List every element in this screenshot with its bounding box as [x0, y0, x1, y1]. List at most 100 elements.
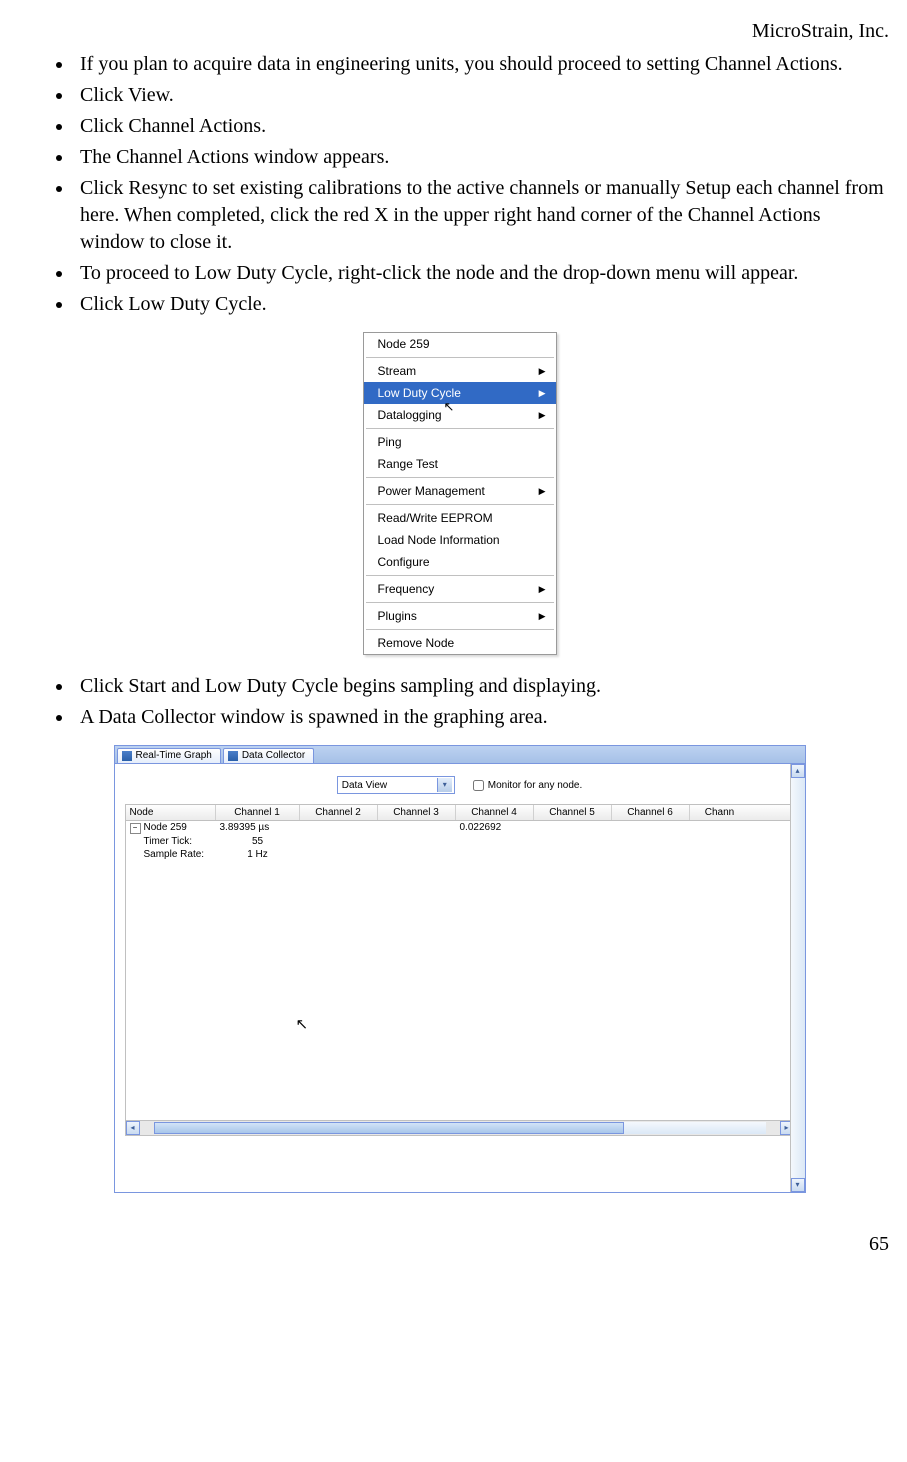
table-header-row: Node Channel 1 Channel 2 Channel 3 Chann… — [126, 805, 794, 821]
submenu-arrow-icon: ▶ — [539, 611, 546, 622]
scroll-track[interactable] — [791, 778, 805, 1178]
vertical-scrollbar[interactable]: ▴ ▾ — [790, 764, 805, 1192]
tab-data-collector[interactable]: Data Collector — [223, 748, 314, 763]
list-item: A Data Collector window is spawned in th… — [74, 704, 889, 731]
menu-separator — [366, 428, 554, 429]
cell-ch4: 0.022692 — [456, 821, 534, 835]
menu-item-low-duty-cycle[interactable]: Low Duty Cycle ▶ — [364, 382, 556, 404]
view-toolbar: Data View ▾ Monitor for any node. — [125, 776, 795, 794]
menu-label: Stream — [378, 364, 417, 378]
scroll-left-button[interactable]: ◂ — [126, 1121, 140, 1135]
page-number: 65 — [30, 1233, 889, 1256]
menu-label: Read/Write EEPROM — [378, 511, 493, 525]
scroll-thumb[interactable] — [154, 1122, 624, 1134]
menu-separator — [366, 575, 554, 576]
horizontal-scrollbar[interactable]: ◂ ▸ — [126, 1120, 794, 1135]
view-select[interactable]: Data View ▾ — [337, 776, 455, 794]
table-row[interactable]: Timer Tick: 55 — [126, 835, 794, 848]
tab-real-time-graph[interactable]: Real-Time Graph — [117, 748, 221, 763]
menu-item-read-write-eeprom[interactable]: Read/Write EEPROM — [364, 507, 556, 529]
menu-label: Power Management — [378, 484, 485, 498]
column-header[interactable]: Channel 2 — [300, 805, 378, 820]
submenu-arrow-icon: ▶ — [539, 388, 546, 399]
column-header[interactable]: Channel 1 — [216, 805, 300, 820]
cell: 55 — [216, 835, 300, 848]
tree-node[interactable]: −Node 259 — [126, 821, 216, 835]
tab-label: Real-Time Graph — [136, 750, 212, 761]
table-row[interactable]: −Node 259 3.89395 µs 0.022692 — [126, 821, 794, 835]
menu-label: Range Test — [378, 457, 439, 471]
data-collector-window: Real-Time Graph Data Collector Data View… — [114, 745, 806, 1193]
menu-label: Plugins — [378, 609, 417, 623]
select-value: Data View — [342, 780, 387, 791]
menu-item-stream[interactable]: Stream ▶ — [364, 360, 556, 382]
scroll-track[interactable] — [154, 1122, 766, 1134]
column-header[interactable]: Node — [126, 805, 216, 820]
column-header[interactable]: Channel 6 — [612, 805, 690, 820]
tab-icon — [228, 751, 238, 761]
menu-separator — [366, 477, 554, 478]
column-header[interactable]: Channel 5 — [534, 805, 612, 820]
dropdown-arrow-icon: ▾ — [437, 778, 452, 792]
submenu-arrow-icon: ▶ — [539, 410, 546, 421]
checkbox-label: Monitor for any node. — [488, 780, 583, 791]
list-item: Click Resync to set existing calibration… — [74, 175, 889, 256]
tree-collapse-icon[interactable]: − — [130, 823, 141, 834]
cell — [300, 821, 378, 835]
column-header[interactable]: Chann — [690, 805, 750, 820]
scroll-up-button[interactable]: ▴ — [791, 764, 805, 778]
menu-item-ping[interactable]: Ping — [364, 431, 556, 453]
monitor-checkbox-input[interactable] — [473, 780, 484, 791]
menu-item-power-management[interactable]: Power Management ▶ — [364, 480, 556, 502]
cell-ch1: 3.89395 µs — [216, 821, 300, 835]
cursor-icon: ↖ — [296, 1015, 309, 1033]
instruction-list-mid: Click Start and Low Duty Cycle begins sa… — [30, 673, 889, 731]
menu-label: Datalogging — [378, 408, 442, 422]
scroll-down-button[interactable]: ▾ — [791, 1178, 805, 1192]
tree-child-label: Sample Rate: — [126, 848, 216, 861]
context-menu: Node 259 Stream ▶ Low Duty Cycle ▶ Datal… — [363, 332, 557, 655]
menu-label: Low Duty Cycle — [378, 386, 461, 400]
menu-item-range-test[interactable]: Range Test — [364, 453, 556, 475]
list-item: The Channel Actions window appears. — [74, 144, 889, 171]
menu-item-frequency[interactable]: Frequency ▶ — [364, 578, 556, 600]
cell — [378, 821, 456, 835]
menu-separator — [366, 629, 554, 630]
menu-separator — [366, 602, 554, 603]
menu-label: Ping — [378, 435, 402, 449]
tree-child-label: Timer Tick: — [126, 835, 216, 848]
menu-label: Frequency — [378, 582, 435, 596]
menu-separator — [366, 357, 554, 358]
menu-item-remove-node[interactable]: Remove Node — [364, 632, 556, 654]
column-header[interactable]: Channel 4 — [456, 805, 534, 820]
list-item: To proceed to Low Duty Cycle, right-clic… — [74, 260, 889, 287]
list-item: Click View. — [74, 82, 889, 109]
tab-icon — [122, 751, 132, 761]
data-table: Node Channel 1 Channel 2 Channel 3 Chann… — [125, 804, 795, 1136]
menu-item-plugins[interactable]: Plugins ▶ — [364, 605, 556, 627]
menu-item-load-node-info[interactable]: Load Node Information — [364, 529, 556, 551]
monitor-checkbox[interactable]: Monitor for any node. — [473, 780, 583, 791]
menu-label: Remove Node — [378, 636, 455, 650]
node-label: Node 259 — [144, 822, 187, 833]
menu-title-text: Node 259 — [378, 337, 430, 351]
menu-separator — [366, 504, 554, 505]
table-row[interactable]: Sample Rate: 1 Hz — [126, 848, 794, 861]
menu-item-datalogging[interactable]: Datalogging ▶ — [364, 404, 556, 426]
context-menu-title: Node 259 — [364, 333, 556, 355]
list-item: If you plan to acquire data in engineeri… — [74, 51, 889, 78]
list-item: Click Channel Actions. — [74, 113, 889, 140]
list-item: Click Low Duty Cycle. — [74, 291, 889, 318]
submenu-arrow-icon: ▶ — [539, 584, 546, 595]
cell: 1 Hz — [216, 848, 300, 861]
column-header[interactable]: Channel 3 — [378, 805, 456, 820]
submenu-arrow-icon: ▶ — [539, 366, 546, 377]
menu-label: Configure — [378, 555, 430, 569]
header-company: MicroStrain, Inc. — [30, 20, 889, 43]
menu-item-configure[interactable]: Configure — [364, 551, 556, 573]
list-item: Click Start and Low Duty Cycle begins sa… — [74, 673, 889, 700]
tab-bar: Real-Time Graph Data Collector — [115, 746, 805, 764]
data-collector-body: Data View ▾ Monitor for any node. Node C… — [115, 764, 805, 1192]
submenu-arrow-icon: ▶ — [539, 486, 546, 497]
instruction-list-top: If you plan to acquire data in engineeri… — [30, 51, 889, 318]
